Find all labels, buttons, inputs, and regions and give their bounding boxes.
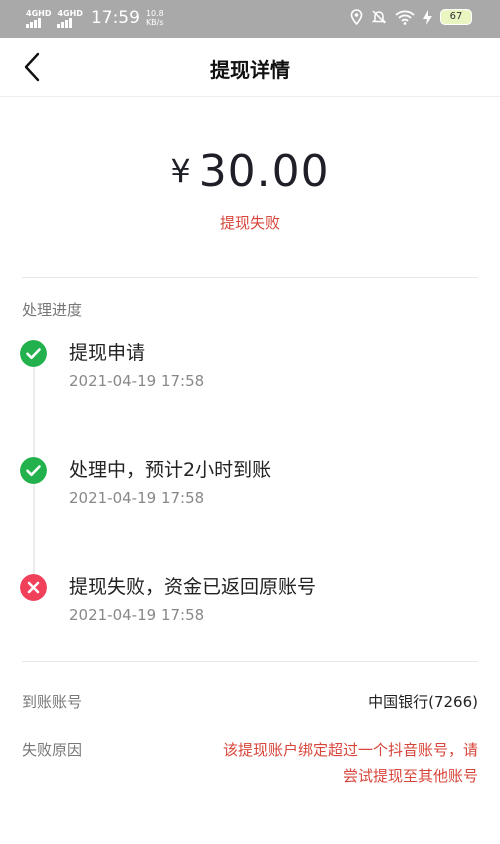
amount-display: ¥30.00 bbox=[0, 146, 500, 197]
network-label-1: 4GHD bbox=[26, 8, 52, 18]
check-circle-icon bbox=[20, 457, 47, 484]
account-value: 中国银行(7266) bbox=[368, 693, 478, 711]
signal-icon bbox=[26, 17, 41, 28]
signal-icon bbox=[57, 17, 73, 28]
step-title: 提现失败，资金已返回原账号 bbox=[69, 576, 317, 598]
speed-value: 10.8 bbox=[145, 9, 164, 18]
status-bar-left: 4GHD 4GHD 17:59 10.8 KB/s bbox=[26, 8, 170, 28]
progress-section-label: 处理进度 bbox=[22, 301, 83, 319]
step-title: 处理中，预计2小时到账 bbox=[69, 459, 272, 481]
failure-reason-line-1: 该提现账户绑定超过一个抖音账号，请 bbox=[222, 741, 478, 759]
network-indicator-2: 4GHD bbox=[57, 8, 83, 28]
page-title: 提现详情 bbox=[210, 58, 290, 82]
location-icon bbox=[350, 9, 363, 25]
mute-bell-icon bbox=[371, 10, 387, 24]
battery-level: 67 bbox=[449, 11, 463, 22]
failure-reason-line-2: 尝试提现至其他账号 bbox=[342, 767, 478, 785]
currency-symbol: ¥ bbox=[170, 152, 191, 190]
network-indicator-1: 4GHD bbox=[26, 9, 51, 28]
status-bar-right: 67 bbox=[350, 9, 472, 25]
battery-icon: 67 bbox=[440, 9, 472, 25]
divider bbox=[22, 277, 478, 278]
wifi-icon bbox=[395, 10, 415, 25]
withdrawal-status: 提现失败 bbox=[219, 214, 280, 232]
error-circle-icon bbox=[20, 574, 47, 601]
speed-unit: KB/s bbox=[145, 18, 164, 27]
step-time: 2021-04-19 17:58 bbox=[69, 372, 205, 390]
status-bar: 4GHD 4GHD 17:59 10.8 KB/s 67 bbox=[0, 0, 500, 38]
check-circle-icon bbox=[20, 340, 47, 367]
account-label: 到账账号 bbox=[22, 693, 83, 711]
navigation-bar: 提现详情 bbox=[0, 38, 500, 97]
step-time: 2021-04-19 17:58 bbox=[69, 606, 205, 624]
clock: 17:59 bbox=[90, 8, 140, 28]
step-time: 2021-04-19 17:58 bbox=[69, 489, 205, 507]
failure-reason-label: 失败原因 bbox=[22, 741, 83, 759]
network-label-2: 4GHD bbox=[57, 8, 83, 18]
network-speed: 10.8 KB/s bbox=[146, 9, 164, 27]
step-title: 提现申请 bbox=[69, 342, 146, 364]
amount-value: 30.00 bbox=[198, 146, 330, 197]
charging-icon bbox=[423, 9, 432, 25]
divider bbox=[22, 661, 478, 662]
